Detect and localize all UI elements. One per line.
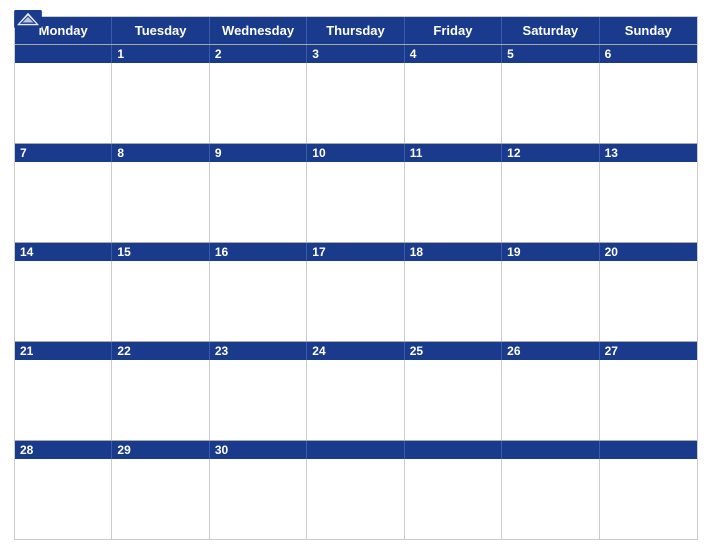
content-cell-1 bbox=[112, 63, 209, 143]
date-cell-2: 2 bbox=[210, 45, 307, 63]
date-cell-30: 30 bbox=[210, 441, 307, 459]
logo bbox=[14, 10, 42, 29]
content-cell-26 bbox=[502, 360, 599, 440]
week-dates-row: 21222324252627 bbox=[15, 342, 697, 360]
content-cell-28 bbox=[15, 459, 112, 539]
content-cell-22 bbox=[112, 360, 209, 440]
content-cell-20 bbox=[600, 261, 697, 341]
date-cell-28: 28 bbox=[15, 441, 112, 459]
content-cell-12 bbox=[502, 162, 599, 242]
date-cell-9: 9 bbox=[210, 144, 307, 162]
day-header-thursday: Thursday bbox=[307, 17, 404, 44]
content-cell-27 bbox=[600, 360, 697, 440]
week-2: 78910111213 bbox=[15, 143, 697, 242]
week-content-row bbox=[15, 162, 697, 242]
content-cell-6 bbox=[600, 63, 697, 143]
calendar-body: 1234567891011121314151617181920212223242… bbox=[15, 44, 697, 539]
date-cell-6: 6 bbox=[600, 45, 697, 63]
content-cell-19 bbox=[502, 261, 599, 341]
content-cell-17 bbox=[307, 261, 404, 341]
date-cell-23: 23 bbox=[210, 342, 307, 360]
day-header-saturday: Saturday bbox=[502, 17, 599, 44]
content-cell-4 bbox=[405, 63, 502, 143]
week-dates-row: 282930 bbox=[15, 441, 697, 459]
date-cell-empty bbox=[502, 441, 599, 459]
week-content-row bbox=[15, 63, 697, 143]
content-cell-3 bbox=[307, 63, 404, 143]
content-cell-empty bbox=[600, 459, 697, 539]
week-dates-row: 123456 bbox=[15, 45, 697, 63]
date-cell-empty bbox=[15, 45, 112, 63]
date-cell-13: 13 bbox=[600, 144, 697, 162]
date-cell-22: 22 bbox=[112, 342, 209, 360]
date-cell-26: 26 bbox=[502, 342, 599, 360]
date-cell-21: 21 bbox=[15, 342, 112, 360]
date-cell-3: 3 bbox=[307, 45, 404, 63]
content-cell-empty bbox=[405, 459, 502, 539]
calendar-page: MondayTuesdayWednesdayThursdayFridaySatu… bbox=[0, 0, 712, 550]
week-dates-row: 14151617181920 bbox=[15, 243, 697, 261]
week-dates-row: 78910111213 bbox=[15, 144, 697, 162]
date-cell-4: 4 bbox=[405, 45, 502, 63]
week-content-row bbox=[15, 459, 697, 539]
date-cell-18: 18 bbox=[405, 243, 502, 261]
content-cell-10 bbox=[307, 162, 404, 242]
date-cell-12: 12 bbox=[502, 144, 599, 162]
date-cell-empty bbox=[307, 441, 404, 459]
date-cell-29: 29 bbox=[112, 441, 209, 459]
week-3: 14151617181920 bbox=[15, 242, 697, 341]
week-4: 21222324252627 bbox=[15, 341, 697, 440]
content-cell-23 bbox=[210, 360, 307, 440]
date-cell-20: 20 bbox=[600, 243, 697, 261]
content-cell-13 bbox=[600, 162, 697, 242]
week-1: 123456 bbox=[15, 44, 697, 143]
week-content-row bbox=[15, 261, 697, 341]
date-cell-1: 1 bbox=[112, 45, 209, 63]
content-cell-14 bbox=[15, 261, 112, 341]
day-header-sunday: Sunday bbox=[600, 17, 697, 44]
content-cell-15 bbox=[112, 261, 209, 341]
date-cell-27: 27 bbox=[600, 342, 697, 360]
content-cell-2 bbox=[210, 63, 307, 143]
date-cell-24: 24 bbox=[307, 342, 404, 360]
date-cell-empty bbox=[405, 441, 502, 459]
calendar: MondayTuesdayWednesdayThursdayFridaySatu… bbox=[14, 16, 698, 540]
content-cell-empty bbox=[502, 459, 599, 539]
date-cell-17: 17 bbox=[307, 243, 404, 261]
days-header: MondayTuesdayWednesdayThursdayFridaySatu… bbox=[15, 17, 697, 44]
date-cell-11: 11 bbox=[405, 144, 502, 162]
content-cell-30 bbox=[210, 459, 307, 539]
date-cell-empty bbox=[600, 441, 697, 459]
date-cell-10: 10 bbox=[307, 144, 404, 162]
date-cell-15: 15 bbox=[112, 243, 209, 261]
day-header-wednesday: Wednesday bbox=[210, 17, 307, 44]
content-cell-5 bbox=[502, 63, 599, 143]
content-cell-24 bbox=[307, 360, 404, 440]
content-cell-29 bbox=[112, 459, 209, 539]
week-content-row bbox=[15, 360, 697, 440]
date-cell-14: 14 bbox=[15, 243, 112, 261]
content-cell-empty bbox=[307, 459, 404, 539]
day-header-tuesday: Tuesday bbox=[112, 17, 209, 44]
content-cell-16 bbox=[210, 261, 307, 341]
content-cell-9 bbox=[210, 162, 307, 242]
content-cell-11 bbox=[405, 162, 502, 242]
content-cell-empty bbox=[15, 63, 112, 143]
logo-icon bbox=[14, 10, 42, 28]
date-cell-5: 5 bbox=[502, 45, 599, 63]
date-cell-16: 16 bbox=[210, 243, 307, 261]
content-cell-7 bbox=[15, 162, 112, 242]
date-cell-19: 19 bbox=[502, 243, 599, 261]
day-header-friday: Friday bbox=[405, 17, 502, 44]
content-cell-21 bbox=[15, 360, 112, 440]
date-cell-8: 8 bbox=[112, 144, 209, 162]
content-cell-8 bbox=[112, 162, 209, 242]
content-cell-25 bbox=[405, 360, 502, 440]
date-cell-7: 7 bbox=[15, 144, 112, 162]
week-5: 282930 bbox=[15, 440, 697, 539]
content-cell-18 bbox=[405, 261, 502, 341]
date-cell-25: 25 bbox=[405, 342, 502, 360]
